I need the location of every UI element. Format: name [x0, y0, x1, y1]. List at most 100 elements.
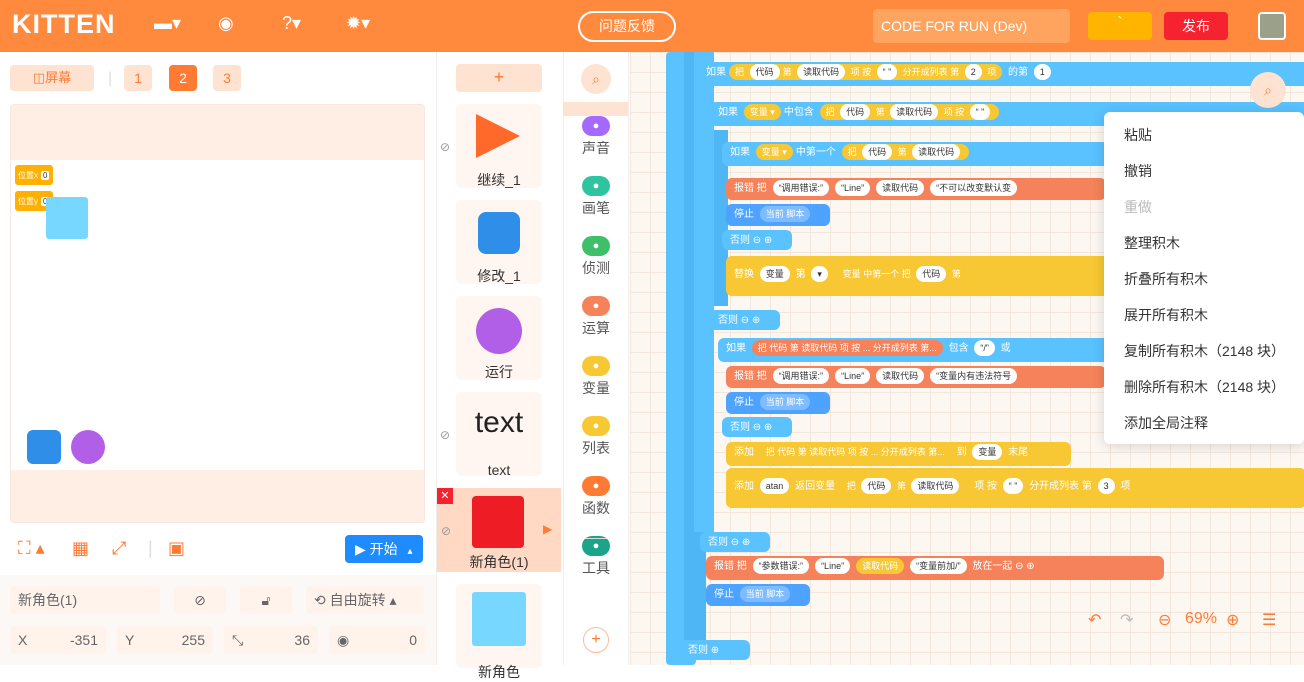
category-list[interactable]: ● 列表 [563, 416, 629, 458]
visibility-icon[interactable]: ⊘ [174, 586, 226, 614]
hidden-icon[interactable]: ⊘ [441, 524, 451, 538]
sprite-card[interactable]: 修改_1 [456, 200, 542, 284]
context-menu-item[interactable]: 整理积木 [1104, 220, 1304, 256]
divider: | [108, 70, 113, 87]
category-variable[interactable]: ● 变量 [563, 356, 629, 398]
stop-block[interactable]: 停止 当前 脚本 [706, 584, 810, 606]
error-block[interactable]: 报错 把 “参数错误:” “Line” 读取代码 “变量前加/” 放在一起 ⊖ ⊕ [706, 556, 1164, 580]
else-label[interactable]: 否则 ⊕ [680, 640, 750, 660]
category-music[interactable]: ● 声音 [563, 116, 629, 158]
undo-icon[interactable]: ↶ [1088, 610, 1101, 630]
stage[interactable]: 位置x0 位置y0 [10, 104, 425, 523]
help-icon[interactable]: ?▾ [282, 13, 301, 34]
fullscreen-icon[interactable]: ⛶ ▴ [18, 538, 45, 559]
align-icon[interactable]: ☰ [1262, 610, 1276, 630]
stop-block[interactable]: 停止 当前 脚本 [726, 392, 830, 414]
variable-icon: ● [582, 356, 610, 376]
add-block[interactable]: 添加 atan 返回变量 把 代码 第 读取代码 项 按 “ ” 分开成列表 第… [726, 468, 1304, 508]
error-block[interactable]: 报错 把 “调用错误:” “Line” 读取代码 “变量内有违法符号 [726, 366, 1106, 388]
context-menu-item[interactable]: 复制所有积木（2148 块） [1104, 328, 1304, 364]
list-icon: ● [582, 416, 610, 436]
function-icon: ● [582, 476, 610, 496]
divider [585, 538, 607, 539]
yellow-button[interactable]: ` [1088, 12, 1152, 40]
video-icon[interactable]: ▣ [168, 538, 185, 559]
if-block[interactable]: 如果把 代码第 读取代码 项 按 “ ” 分开成列表 第 2 项 的第 1 [698, 62, 1304, 86]
context-menu: 粘贴 撤销 重做 整理积木 折叠所有积木 展开所有积木 复制所有积木（2148 块） 删除所有… [1104, 112, 1304, 444]
page-button-3[interactable]: 3 [213, 65, 241, 91]
sprite-card[interactable]: 继续_1 [456, 104, 542, 188]
add-extension-button[interactable]: + [583, 627, 609, 653]
context-menu-item[interactable]: 粘贴 [1104, 112, 1304, 148]
direction-icon: ◉ [337, 632, 350, 648]
hidden-icon[interactable]: ⊘ [440, 428, 450, 442]
bag-icon[interactable]: ◉ [218, 13, 234, 34]
screen-button[interactable]: ◫屏幕 [10, 65, 94, 91]
search-icon[interactable]: ⌕ [581, 64, 611, 94]
category-calc[interactable]: ● 运算 [563, 296, 629, 338]
category-detect[interactable]: ● 侦测 [563, 236, 629, 278]
start-button[interactable]: ▶ 开始 ▴ [345, 535, 423, 563]
else-label[interactable]: 否则 ⊖ ⊕ [710, 310, 780, 330]
hidden-icon[interactable]: ⊘ [440, 140, 450, 154]
stage-sprite[interactable] [46, 197, 88, 239]
chevron-right-icon[interactable]: ▶ [543, 522, 552, 536]
context-menu-item[interactable]: 添加全局注释 [1104, 400, 1304, 436]
feedback-button[interactable]: 问题反馈 [578, 11, 676, 42]
rotate-icon: ⟲ [314, 592, 330, 608]
sprite-name-field[interactable]: 新角色(1) [10, 586, 160, 614]
edit-icon [478, 212, 520, 254]
else-label[interactable]: 否则 ⊖ ⊕ [722, 230, 792, 250]
play-icon: ▶ [355, 541, 370, 557]
edit-sprite-icon[interactable] [27, 430, 61, 464]
music-icon: ● [582, 116, 610, 136]
else-label[interactable]: 否则 ⊖ ⊕ [700, 532, 770, 552]
category-label: 列表 [582, 440, 610, 456]
settings-icon[interactable]: ✹▾ [346, 13, 370, 34]
direction-field[interactable]: ◉ 0 [329, 626, 425, 654]
stop-block[interactable]: 停止 当前 脚本 [726, 204, 830, 226]
page-button-2[interactable]: 2 [169, 65, 197, 91]
publish-button[interactable]: 发布 [1164, 12, 1228, 40]
size-field[interactable]: ⤡ 36 [224, 626, 318, 654]
size-icon: ⤡ [232, 632, 244, 648]
category-label: 画笔 [582, 200, 610, 216]
project-name-input[interactable]: CODE FOR RUN (Dev) [873, 9, 1070, 43]
category-pen[interactable]: ● 画笔 [563, 176, 629, 218]
else-label[interactable]: 否则 ⊖ ⊕ [722, 417, 792, 437]
grid-icon[interactable]: ▦ [72, 538, 89, 559]
block-search-icon[interactable]: ⌕ [1250, 72, 1286, 108]
blue-sprite-preview [472, 592, 526, 646]
properties-panel: 新角色(1) ⊘ 🔓︎ ⟲ 自由旋转 ▴ X -351 Y 255 ⤡ 36 ◉ 0 [0, 575, 436, 665]
sprite-card[interactable]: 运行 [456, 296, 542, 380]
rotate-mode-select[interactable]: ⟲ 自由旋转 ▴ [306, 586, 424, 614]
add-sprite-button[interactable]: + [456, 64, 542, 92]
error-block[interactable]: 报错 把 “调用错误:” “Line” 读取代码 “不可以改变默认变 [726, 178, 1106, 200]
sprite-card[interactable]: 新角色 [456, 584, 542, 680]
expand-icon[interactable]: ⤢ [112, 538, 126, 559]
page-button-1[interactable]: 1 [124, 65, 152, 91]
folder-icon[interactable]: ▬▾ [154, 13, 181, 34]
zoom-out-icon[interactable]: ⊖ [1158, 610, 1171, 630]
y-field[interactable]: Y 255 [117, 626, 213, 654]
add-block[interactable]: 添加 把 代码 第 读取代码 项 按 ... 分开成列表 第... 到 变量 末… [726, 442, 1071, 466]
delete-icon[interactable]: ✕ [437, 488, 453, 504]
context-menu-item[interactable]: 展开所有积木 [1104, 292, 1304, 328]
context-menu-item[interactable]: 删除所有积木（2148 块） [1104, 364, 1304, 400]
chevron-up-icon[interactable]: ▴ [408, 546, 413, 557]
avatar[interactable] [1258, 12, 1286, 40]
zoom-in-icon[interactable]: ⊕ [1226, 610, 1239, 630]
context-menu-item[interactable]: 折叠所有积木 [1104, 256, 1304, 292]
detect-icon: ● [582, 236, 610, 256]
run-sprite-icon[interactable] [71, 430, 105, 464]
category-function[interactable]: ● 函数 [563, 476, 629, 518]
sprite-card[interactable]: text text [456, 392, 542, 478]
x-field[interactable]: X -351 [10, 626, 106, 654]
context-menu-item[interactable]: 重做 [1104, 184, 1304, 220]
context-menu-item[interactable]: 撤销 [1104, 148, 1304, 184]
lock-icon[interactable]: 🔓︎ [240, 586, 292, 614]
category-tools[interactable]: ● 工具 [563, 536, 629, 578]
sprite-card-selected[interactable]: ✕ ⊘ ▶ 新角色(1) [437, 488, 561, 572]
redo-icon[interactable]: ↷ [1120, 610, 1133, 630]
text-sprite-preview: text [474, 406, 524, 439]
